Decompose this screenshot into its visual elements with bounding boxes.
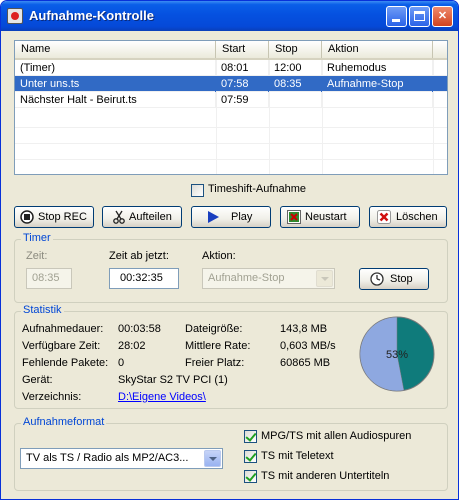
close-button[interactable]: ✕: [432, 6, 453, 27]
recording-control-window: Aufnahme-Kontrolle ✕ Name Start Stop Akt…: [0, 0, 459, 500]
play-label: Play: [231, 211, 253, 223]
timeshift-checkbox[interactable]: [191, 184, 204, 197]
record-app-icon: [7, 8, 23, 24]
close-icon: ✕: [437, 10, 448, 22]
item-action: [322, 92, 433, 108]
stat-value: 0,603 MB/s: [280, 340, 336, 352]
format-select-value: TV als TS / Radio als MP2/AC3...: [26, 452, 189, 464]
stat-label: Dateigröße:: [185, 323, 243, 335]
chevron-down-icon[interactable]: [316, 270, 333, 287]
column-header-action[interactable]: Aktion: [322, 41, 433, 58]
statistics-group-title: Statistik: [21, 304, 64, 316]
stat-label: Gerät:: [22, 374, 53, 386]
disk-usage-pie: 53%: [359, 316, 435, 392]
stat-value: SkyStar S2 TV PCI (1): [118, 374, 228, 386]
delete-label: Löschen: [396, 211, 438, 223]
delete-button[interactable]: Löschen: [369, 206, 447, 228]
restart-icon: [287, 210, 301, 224]
stat-label: Verzeichnis:: [22, 391, 82, 403]
time-label: Zeit:: [26, 250, 48, 262]
timer-stop-button[interactable]: Stop: [359, 268, 429, 290]
stop-record-icon: [20, 210, 34, 224]
ts-subtitles-checkbox[interactable]: [244, 470, 257, 483]
item-action: Aufnahme-Stop: [322, 76, 433, 92]
action-label: Aktion:: [202, 250, 236, 262]
item-stop: [269, 92, 322, 108]
item-stop: 08:35: [269, 76, 322, 92]
title-bar[interactable]: Aufnahme-Kontrolle ✕: [1, 1, 458, 31]
list-item[interactable]: Nächster Halt - Beirut.ts 07:59: [15, 92, 447, 108]
item-name: (Timer): [15, 60, 216, 76]
play-button[interactable]: Play: [191, 206, 271, 228]
stop-rec-label: Stop REC: [38, 211, 87, 223]
maximize-icon: [414, 11, 425, 21]
stat-label: Aufnahmedauer:: [22, 323, 104, 335]
list-item[interactable]: Unter uns.ts 07:58 08:35 Aufnahme-Stop: [15, 76, 447, 92]
play-icon: [208, 211, 219, 223]
action-select-value: Aufnahme-Stop: [208, 272, 285, 284]
stat-value: 28:02: [118, 340, 146, 352]
item-action: Ruhemodus: [322, 60, 433, 76]
timer-group-title: Timer: [21, 232, 53, 244]
item-name: Unter uns.ts: [15, 76, 216, 92]
stat-value: 0: [118, 357, 125, 369]
ts-teletext-checkbox[interactable]: [244, 450, 257, 463]
item-start: 07:58: [216, 76, 269, 92]
item-start: 08:01: [216, 60, 269, 76]
list-header: Name Start Stop Aktion: [15, 41, 447, 60]
time-from-now-input[interactable]: 00:32:35: [109, 268, 179, 289]
timeshift-label[interactable]: Timeshift-Aufnahme: [208, 183, 306, 195]
column-header-name[interactable]: Name: [15, 41, 216, 58]
time-from-now-label: Zeit ab jetzt:: [109, 250, 169, 262]
time-input[interactable]: 08:35: [26, 268, 72, 289]
format-select[interactable]: TV als TS / Radio als MP2/AC3...: [20, 448, 223, 469]
action-select[interactable]: Aufnahme-Stop: [202, 268, 335, 289]
maximize-button[interactable]: [409, 6, 430, 27]
scissors-icon: [113, 210, 125, 224]
chevron-down-icon[interactable]: [204, 450, 221, 467]
restart-label: Neustart: [305, 211, 347, 223]
stat-value: 60865 MB: [280, 357, 331, 369]
timer-stop-label: Stop: [390, 273, 413, 285]
column-header-start[interactable]: Start: [216, 41, 269, 58]
minimize-button[interactable]: [386, 6, 407, 27]
stop-rec-button[interactable]: Stop REC: [14, 206, 94, 228]
delete-icon: [377, 210, 391, 224]
restart-button[interactable]: Neustart: [280, 206, 360, 228]
stat-value: 00:03:58: [118, 323, 161, 335]
ts-teletext-label[interactable]: TS mit Teletext: [261, 450, 334, 462]
minimize-icon: [392, 19, 400, 22]
ts-subtitles-label[interactable]: TS mit anderen Untertiteln: [261, 470, 389, 482]
split-button[interactable]: Aufteilen: [102, 206, 182, 228]
pie-percent-label: 53%: [386, 349, 408, 361]
recording-format-group-title: Aufnahmeformat: [21, 416, 107, 428]
stat-label: Freier Platz:: [185, 357, 245, 369]
directory-link[interactable]: D:\Eigene Videos\: [118, 391, 206, 403]
stat-label: Mittlere Rate:: [185, 340, 251, 352]
item-name: Nächster Halt - Beirut.ts: [15, 92, 216, 108]
window-title: Aufnahme-Kontrolle: [29, 8, 154, 23]
item-start: 07:59: [216, 92, 269, 108]
stat-label: Verfügbare Zeit:: [22, 340, 101, 352]
mpg-ts-all-audio-checkbox[interactable]: [244, 430, 257, 443]
list-item[interactable]: (Timer) 08:01 12:00 Ruhemodus: [15, 60, 447, 76]
item-stop: 12:00: [269, 60, 322, 76]
mpg-ts-all-audio-label[interactable]: MPG/TS mit allen Audiospuren: [261, 430, 411, 442]
split-label: Aufteilen: [129, 211, 172, 223]
recording-list[interactable]: Name Start Stop Aktion (Timer) 08:01 12:…: [14, 40, 448, 175]
stat-label: Fehlende Pakete:: [22, 357, 109, 369]
clock-icon: [370, 272, 384, 286]
stat-value: 143,8 MB: [280, 323, 328, 335]
column-header-stop[interactable]: Stop: [269, 41, 322, 58]
